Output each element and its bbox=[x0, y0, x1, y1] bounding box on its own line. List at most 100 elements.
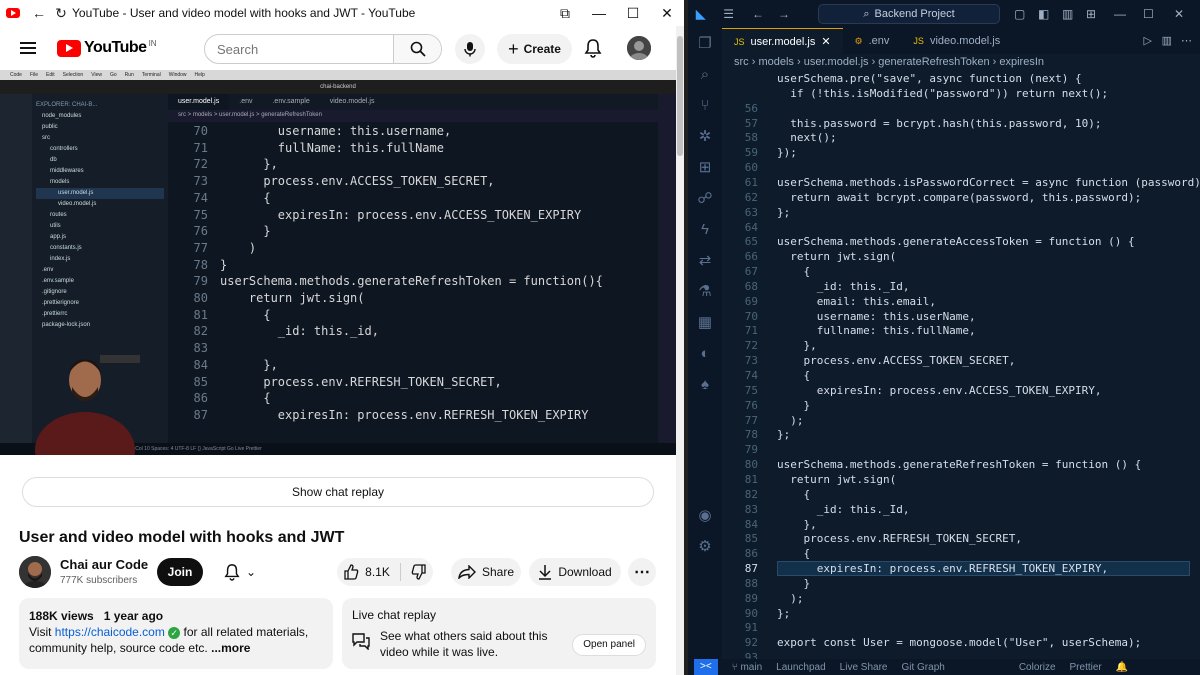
code-line: _id: this._Id, bbox=[777, 502, 910, 516]
description-link[interactable]: https://chaicode.com bbox=[55, 625, 165, 639]
video-menubar-item: Selection bbox=[62, 72, 84, 78]
status-live-share[interactable]: Live Share bbox=[840, 662, 888, 673]
show-chat-replay-button[interactable]: Show chat replay bbox=[22, 477, 654, 507]
like-count: 8.1K bbox=[365, 565, 390, 579]
status-prettier[interactable]: Prettier bbox=[1070, 662, 1102, 673]
status-colorize[interactable]: Colorize bbox=[1019, 662, 1056, 673]
code-editor[interactable]: userSchema.pre("save", async function (n… bbox=[722, 72, 1200, 664]
window-maximize-button[interactable]: ☐ bbox=[1143, 7, 1154, 21]
editor-tab[interactable]: JS user.model.js ✕ bbox=[722, 28, 843, 54]
breadcrumb-item[interactable]: generateRefreshToken bbox=[878, 56, 989, 68]
description-box[interactable]: 188K views 1 year ago Visit https://chai… bbox=[19, 598, 333, 669]
code-line: process.env.ACCESS_TOKEN_SECRET, bbox=[777, 354, 1016, 368]
account-icon[interactable]: ◉ bbox=[688, 500, 722, 531]
nav-forward-icon[interactable]: → bbox=[778, 7, 790, 21]
editor-tab[interactable]: ⚙ .env bbox=[843, 28, 902, 54]
account-avatar[interactable] bbox=[627, 36, 651, 60]
command-center-search[interactable]: ⌕ Backend Project bbox=[818, 4, 1000, 24]
line-number: 87 bbox=[744, 562, 758, 576]
close-button[interactable]: ✕ bbox=[650, 5, 684, 22]
search-input[interactable] bbox=[205, 41, 393, 57]
status-launchpad[interactable]: Launchpad bbox=[776, 662, 826, 673]
layout-customize-icon[interactable]: ⊞ bbox=[1086, 7, 1096, 21]
channel-name[interactable]: Chai aur Code bbox=[60, 557, 148, 572]
split-editor-icon[interactable]: ▥ bbox=[1162, 34, 1172, 47]
minimize-button[interactable]: — bbox=[582, 5, 616, 21]
visit-text: Visit bbox=[29, 625, 52, 639]
notifications-bell-icon[interactable] bbox=[584, 38, 602, 63]
breadcrumb-item[interactable]: user.model.js bbox=[804, 56, 869, 68]
toggle-icon[interactable]: ◐ bbox=[688, 338, 722, 369]
more-actions-icon[interactable]: ⋯ bbox=[628, 558, 656, 586]
docker-icon[interactable]: ▦ bbox=[688, 307, 722, 338]
video-tree-item: utils bbox=[50, 223, 61, 229]
thunder-icon[interactable]: ϟ bbox=[688, 214, 722, 245]
maximize-button[interactable]: ☐ bbox=[616, 5, 650, 22]
breadcrumb-separator-icon: › bbox=[868, 56, 879, 68]
share-button[interactable]: Share bbox=[451, 558, 521, 586]
microphone-icon bbox=[464, 42, 476, 57]
run-icon[interactable]: ▷ bbox=[1144, 34, 1152, 47]
editor-tab[interactable]: JS video.model.js bbox=[901, 28, 1012, 54]
video-tree-item: user.model.js bbox=[36, 188, 164, 199]
show-more-link[interactable]: ...more bbox=[211, 641, 250, 655]
manage-gear-icon[interactable]: ⚙ bbox=[688, 531, 722, 562]
join-button[interactable]: Join bbox=[157, 558, 203, 586]
channel-avatar[interactable] bbox=[19, 556, 51, 588]
download-button[interactable]: Download bbox=[529, 558, 621, 586]
status-bar: >< ⑂ main Launchpad Live Share Git Graph… bbox=[688, 659, 1200, 675]
layout-sidebar-icon[interactable]: ◧ bbox=[1038, 7, 1049, 21]
status-git-graph[interactable]: Git Graph bbox=[901, 662, 944, 673]
hamburger-menu-icon[interactable]: ☰ bbox=[723, 7, 734, 21]
layout-split-icon[interactable]: ▥ bbox=[1062, 7, 1073, 21]
breadcrumb-item[interactable]: models bbox=[758, 56, 793, 68]
remote-indicator-icon[interactable]: >< bbox=[694, 659, 718, 675]
search-button[interactable] bbox=[393, 35, 441, 63]
nav-back-icon[interactable]: ← bbox=[752, 7, 764, 21]
video-editor-tabs: user.model.js .env .env.sample video.model.… bbox=[168, 94, 658, 110]
tab-close-icon[interactable]: ✕ bbox=[821, 35, 830, 48]
code-line: return await bcrypt.compare(password, th… bbox=[777, 190, 1142, 204]
reload-icon[interactable]: ↻ bbox=[50, 5, 72, 22]
testing-icon[interactable]: ⚗ bbox=[688, 276, 722, 307]
tab-label: user.model.js bbox=[750, 35, 816, 48]
code-line: }; bbox=[777, 428, 791, 442]
upload-age: 1 year ago bbox=[103, 609, 164, 623]
code-line: }); bbox=[777, 146, 797, 160]
open-panel-button[interactable]: Open panel bbox=[572, 634, 646, 656]
video-title: User and video model with hooks and JWT bbox=[19, 529, 345, 546]
page-scrollbar[interactable] bbox=[676, 26, 684, 675]
thumbs-down-icon[interactable] bbox=[411, 564, 427, 580]
like-button[interactable]: 8.1K bbox=[343, 564, 390, 580]
menu-icon[interactable] bbox=[20, 42, 36, 54]
video-menubar-item: Help bbox=[194, 72, 205, 78]
debug-icon[interactable]: ✲ bbox=[688, 121, 722, 152]
breadcrumb-item[interactable]: src bbox=[734, 56, 749, 68]
git-branch[interactable]: ⑂ main bbox=[732, 662, 762, 673]
breadcrumb-item[interactable]: expiresIn bbox=[999, 56, 1044, 68]
window-minimize-button[interactable]: — bbox=[1114, 7, 1126, 21]
more-actions-icon[interactable]: ⋯ bbox=[1181, 34, 1192, 47]
video-mac-menubar: Code File Edit Selection View Go Run Terminal Wi… bbox=[0, 70, 676, 80]
notifications-icon[interactable]: 🔔 bbox=[1116, 662, 1128, 673]
video-code-line: }, bbox=[220, 357, 278, 372]
extensions-view-icon[interactable]: ⊞ bbox=[688, 152, 722, 183]
search-view-icon[interactable]: ⌕ bbox=[688, 59, 722, 90]
code-line: this.password = bcrypt.hash(this.passwor… bbox=[777, 116, 1102, 130]
python-icon[interactable]: ☍ bbox=[688, 183, 722, 214]
youtube-logo[interactable]: YouTube IN bbox=[57, 39, 157, 57]
back-icon[interactable]: ← bbox=[28, 5, 50, 21]
subscribe-notifications-button[interactable]: ⌄ bbox=[212, 558, 268, 586]
source-control-icon[interactable]: ⑂ bbox=[688, 90, 722, 121]
window-close-button[interactable]: ✕ bbox=[1174, 7, 1184, 21]
mongodb-icon[interactable]: ♠ bbox=[688, 369, 722, 400]
create-button[interactable]: + Create bbox=[497, 34, 572, 64]
logo-text: YouTube bbox=[84, 39, 147, 56]
video-player[interactable]: Code File Edit Selection View Go Run Terminal Wi… bbox=[0, 70, 676, 455]
voice-search-button[interactable] bbox=[455, 34, 485, 64]
layout-panel-icon[interactable]: ▢ bbox=[1014, 7, 1025, 21]
remote-explorer-icon[interactable]: ⇄ bbox=[688, 245, 722, 276]
extensions-icon[interactable]: ⧉ bbox=[548, 5, 582, 22]
explorer-icon[interactable]: ❐ bbox=[688, 28, 722, 59]
video-line-number: 81 bbox=[193, 307, 208, 322]
